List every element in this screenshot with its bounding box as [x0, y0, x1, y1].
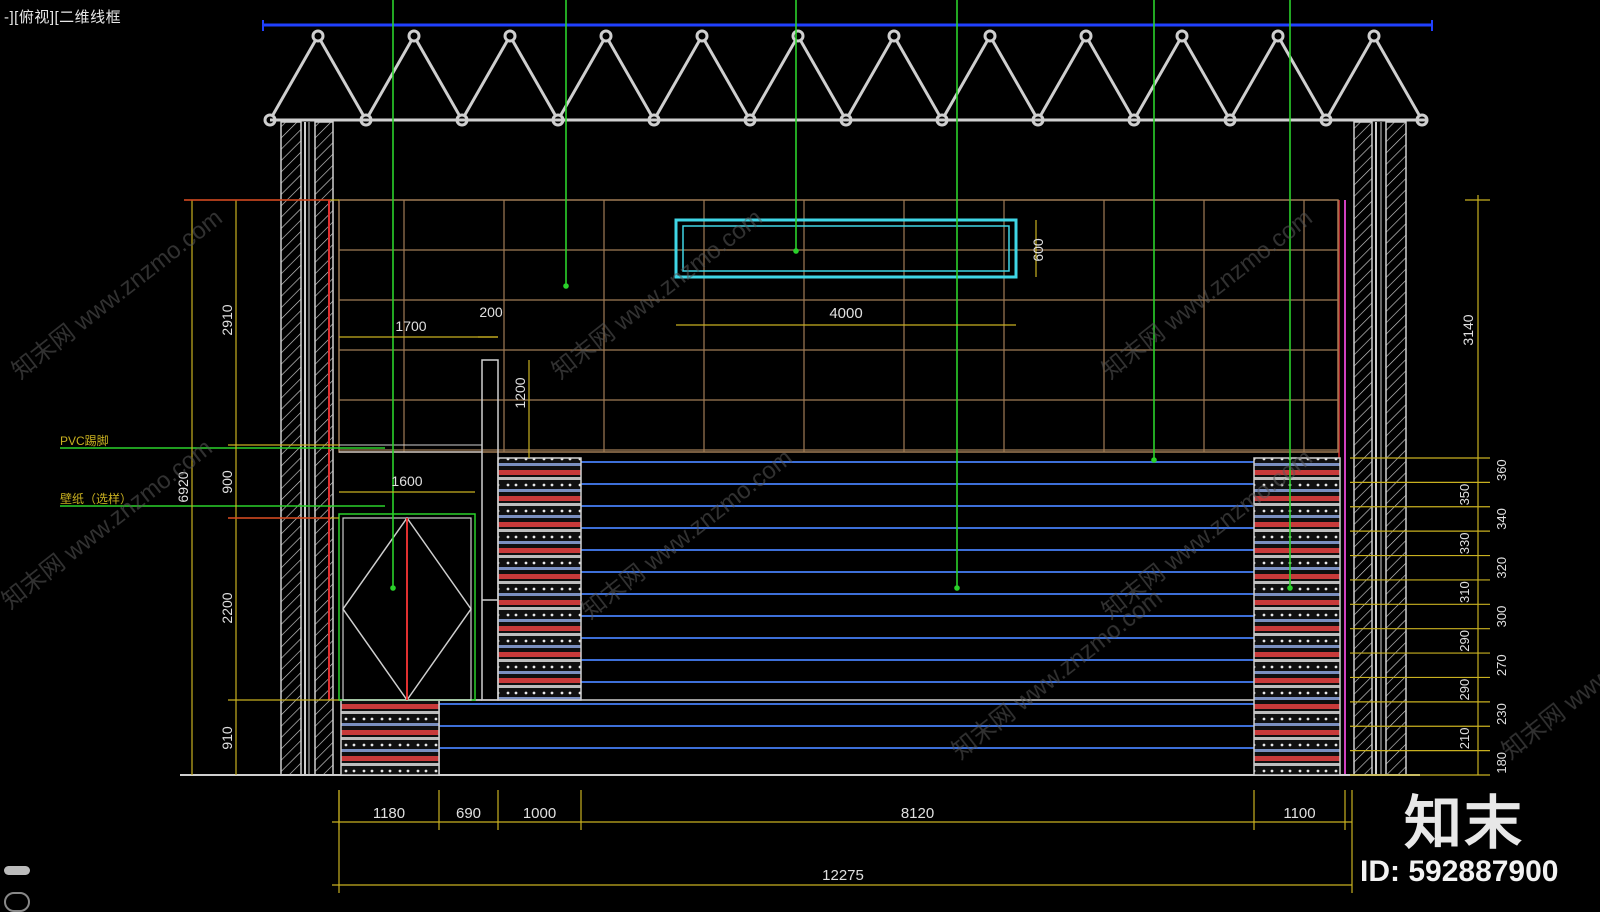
watermark-text: 知末网 www.znzmo.com [947, 584, 1167, 765]
dim-right-value: 350 [1457, 484, 1472, 506]
truss-member [1132, 35, 1184, 121]
roof-truss [263, 29, 1429, 127]
truss-member [892, 35, 944, 121]
truss-node [1367, 29, 1381, 43]
dim-200: 200 [479, 304, 503, 320]
truss-member [652, 35, 704, 121]
dim-1600: 1600 [391, 473, 422, 489]
truss-node [311, 29, 325, 43]
scroll-handle[interactable] [4, 866, 30, 875]
dim-right-value: 270 [1494, 654, 1509, 676]
dim-right-value: 330 [1457, 532, 1472, 554]
leader-dot [1151, 457, 1157, 463]
truss-member [748, 35, 800, 121]
dim-bottom-value: 1180 [373, 805, 405, 822]
truss-member [364, 35, 416, 121]
truss-member [1228, 35, 1280, 121]
dim-right-value: 310 [1457, 581, 1472, 603]
truss-member [508, 35, 560, 121]
watermark-text: 知末网 www.znzmo.com [577, 444, 797, 625]
truss-member [604, 35, 656, 121]
watermark-text: 知末网 www.znzmo.com [7, 204, 227, 385]
leader-dot [1287, 585, 1293, 591]
truss-node [1271, 29, 1285, 43]
dim-left-c: 2200 [219, 592, 235, 623]
dim-1200: 1200 [512, 377, 528, 408]
brand-logo: 知末 [1404, 789, 1525, 857]
dim-right-value: 360 [1494, 459, 1509, 481]
truss-member [316, 35, 368, 121]
cad-drawing-canvas[interactable]: PVC踢脚 壁纸（选样） 6920 2910 900 2200 910 1700… [0, 0, 1600, 909]
brick-base-left [340, 699, 440, 776]
dim-left-a: 2910 [219, 304, 235, 335]
truss-member [268, 35, 320, 121]
dim-left-b: 900 [219, 470, 235, 494]
truss-member [1276, 35, 1328, 121]
truss-member [1036, 35, 1088, 121]
leader-dot [793, 248, 799, 254]
truss-node [887, 29, 901, 43]
dim-600: 600 [1030, 238, 1046, 262]
truss-member [988, 35, 1040, 121]
dim-right-value: 300 [1494, 606, 1509, 628]
truss-node [1079, 29, 1093, 43]
dim-bottom-value: 1000 [523, 805, 556, 822]
dim-4000: 4000 [829, 305, 862, 322]
truss-node [407, 29, 421, 43]
truss-member [460, 35, 512, 121]
watermark-text: 知末网 www.znzmo.com [0, 434, 218, 615]
asset-id: ID: 592887900 [1360, 855, 1559, 888]
truss-node [791, 29, 805, 43]
brick-column-right [1253, 457, 1341, 776]
truss-member [1180, 35, 1232, 121]
pvc-label: PVC踢脚 [60, 433, 109, 448]
brick-column-left [497, 457, 582, 701]
truss-node [599, 29, 613, 43]
partition-post [481, 359, 499, 701]
truss-node [695, 29, 709, 43]
watermark-text: 知末网 www.znzmo.com [1497, 584, 1600, 765]
dim-right-value: 210 [1457, 728, 1472, 750]
truss-member [1324, 35, 1376, 121]
truss-member [1372, 35, 1424, 121]
dim-bottom-total: 12275 [822, 867, 864, 884]
dim-bottom-value: 1100 [1283, 805, 1315, 822]
watermark-text: 知末网 www.znzmo.com [1097, 204, 1317, 385]
dim-right-value: 340 [1494, 508, 1509, 530]
truss-member [844, 35, 896, 121]
leader-dot [390, 585, 396, 591]
leader-dot [563, 283, 569, 289]
watermark-text: 知末网 www.znzmo.com [547, 204, 767, 385]
truss-member [412, 35, 464, 121]
truss-member [796, 35, 848, 121]
dim-bottom-value: 8120 [901, 805, 934, 822]
nav-wheel-icon[interactable] [4, 892, 30, 912]
dim-right-top: 3140 [1460, 314, 1476, 345]
dim-bottom-value: 690 [456, 805, 481, 822]
truss-member [940, 35, 992, 121]
truss-node [1175, 29, 1189, 43]
leader-dot [954, 585, 960, 591]
truss-node [503, 29, 517, 43]
dim-right-value: 230 [1494, 703, 1509, 725]
truss-node [983, 29, 997, 43]
truss-member [1084, 35, 1136, 121]
dim-right-value: 290 [1457, 630, 1472, 652]
dim-left-d: 910 [219, 726, 235, 750]
dim-right-value: 290 [1457, 679, 1472, 701]
truss-member [700, 35, 752, 121]
dim-right-value: 320 [1494, 557, 1509, 579]
dim-1700: 1700 [395, 318, 426, 334]
